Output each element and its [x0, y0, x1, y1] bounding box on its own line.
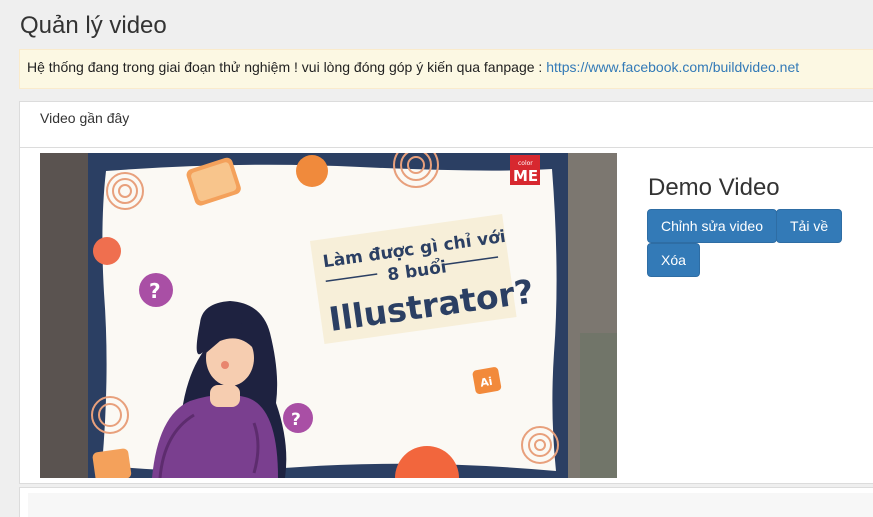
download-button[interactable]: Tải về — [776, 209, 843, 243]
question-mark-2: ? — [291, 410, 301, 430]
logo-small-text: color — [518, 160, 533, 167]
logo-big-text: ME — [513, 167, 538, 185]
edit-video-button[interactable]: Chỉnh sửa video — [647, 209, 777, 243]
recent-videos-heading: Video gần đây — [20, 102, 873, 148]
next-video-placeholder — [28, 493, 873, 517]
page-title: Quản lý video — [20, 12, 167, 39]
fanpage-link[interactable]: https://www.facebook.com/buildvideo.net — [546, 59, 799, 75]
delete-button[interactable]: Xóa — [647, 243, 700, 277]
thumbnail-illustration: Ai ? ? color ME Làm được gì chỉ với 8 bu… — [40, 153, 617, 478]
beta-notice: Hệ thống đang trong giai đoạn thử nghiệm… — [19, 49, 873, 89]
video-thumbnail[interactable]: Ai ? ? color ME Làm được gì chỉ với 8 bu… — [40, 153, 617, 478]
question-mark-1: ? — [149, 279, 161, 303]
next-video-panel — [19, 487, 873, 517]
recent-videos-panel: Video gần đây Ai ? ? color ME Làm được g… — [19, 101, 873, 484]
ai-badge-label: Ai — [479, 375, 493, 390]
video-title: Demo Video — [648, 174, 780, 201]
notice-text: Hệ thống đang trong giai đoạn thử nghiệm… — [27, 59, 547, 75]
